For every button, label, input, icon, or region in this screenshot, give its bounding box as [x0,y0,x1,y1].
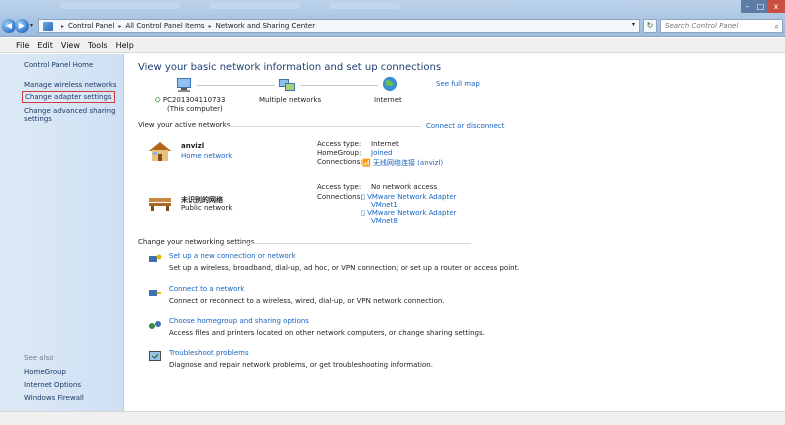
status-bar [0,411,785,425]
sidebar-change-adapter[interactable]: Change adapter settings [22,91,115,103]
this-computer-label: (This computer) [167,105,223,113]
troubleshoot-desc: Diagnose and repair network problems, or… [169,361,433,369]
breadcrumb-all-items[interactable]: All Control Panel Items [125,22,204,30]
computer-name: ⛭ PC201304110733 [155,96,225,105]
home-network-icon [149,142,171,161]
active-networks-heading: View your active networks [138,121,231,129]
multiple-networks-icon [279,79,295,91]
map-connector [300,85,378,86]
map-connector [197,85,275,86]
menu-file[interactable]: File [0,38,33,52]
title-bar: – □ x ◀ ▶ ▾ ▸ Control Panel ▸ All Contro… [0,0,785,37]
menu-edit[interactable]: Edit [33,38,57,52]
close-icon[interactable]: x [767,0,785,13]
computer-label[interactable]: PC201304110733 [163,96,226,104]
homegroup-sharing-link[interactable]: Choose homegroup and sharing options [169,317,309,325]
computer-icon [177,78,191,92]
see-full-map-link[interactable]: See full map [436,80,480,88]
window-controls: – □ x [741,0,785,14]
public-network-label[interactable]: Public network [181,204,232,212]
globe-icon [382,76,398,92]
connect-disconnect-link[interactable]: Connect or disconnect [426,122,505,130]
homegroup-joined-link[interactable]: Joined [371,149,392,157]
connect-network-desc: Connect or reconnect to a wireless, wire… [169,297,445,305]
title-blur [210,3,300,9]
menu-tools[interactable]: Tools [84,38,112,52]
setup-connection-desc: Set up a wireless, broadband, dial-up, a… [169,264,520,272]
menu-view[interactable]: View [57,38,84,52]
vmnet8-sub[interactable]: VMnet8 [371,217,398,225]
vmnet1-sub[interactable]: VMnet1 [371,201,398,209]
divider [243,243,471,244]
sidebar-control-panel-home[interactable]: Control Panel Home [24,61,93,69]
setup-connection-link[interactable]: Set up a new connection or network [169,252,296,260]
home-network-link[interactable]: Home network [181,152,232,160]
network-name: anvizl [181,142,205,150]
back-button[interactable]: ◀ [2,19,16,33]
wireless-connection-link[interactable]: 📶 无线网络连接 (anvizl) [362,158,443,168]
search-placeholder: Search Control Panel [665,22,739,30]
homegroup-sharing-desc: Access files and printers located on oth… [169,329,485,337]
vmnet1-connection-link[interactable]: ▯ VMware Network Adapter [361,193,456,201]
connections-label: Connections: [317,193,363,201]
page-title: View your basic network information and … [138,62,442,73]
access-type-value: No network access [371,183,437,191]
connections-label: Connections: [317,158,363,166]
minimize-icon[interactable]: – [741,0,754,13]
see-also-heading: See also [24,354,54,362]
vmnet1-label: VMware Network Adapter [367,193,457,201]
sidebar-manage-wireless[interactable]: Manage wireless networks [24,81,117,89]
connect-network-icon [149,290,161,296]
wifi-signal-icon: 📶 [362,159,371,167]
menu-bar: File Edit View Tools Help [0,38,785,53]
title-blur [60,3,180,9]
divider [226,126,421,127]
chevron-right-icon[interactable]: ▸ [118,23,121,30]
chevron-right-icon[interactable]: ▸ [61,23,64,30]
new-connection-icon [149,254,162,262]
breadcrumb-network-sharing[interactable]: Network and Sharing Center [216,22,316,30]
wireless-connection-label: 无线网络连接 (anvizl) [372,159,444,167]
chevron-right-icon[interactable]: ▸ [209,23,212,30]
homegroup-icon [149,321,161,329]
public-network-icon [149,198,171,211]
network-user-icon: ⛭ [155,96,161,104]
sidebar-homegroup[interactable]: HomeGroup [24,368,66,376]
breadcrumb-control-panel[interactable]: Control Panel [68,22,114,30]
menu-help[interactable]: Help [112,38,138,52]
access-type-value: Internet [371,140,399,148]
sidebar-windows-firewall[interactable]: Windows Firewall [24,394,84,402]
search-icon[interactable]: ⌕ [775,21,779,33]
vmnet8-connection-link[interactable]: ▯ VMware Network Adapter [361,209,456,217]
troubleshoot-icon [149,351,161,361]
refresh-button[interactable]: ↻ [643,19,657,33]
access-type-label: Access type: [317,183,362,191]
sidebar-advanced-sharing[interactable]: Change advanced sharing settings [24,107,116,123]
maximize-icon[interactable]: □ [754,0,767,13]
main-content: View your basic network information and … [125,54,785,411]
access-type-label: Access type: [317,140,362,148]
vmnet8-label: VMware Network Adapter [367,209,457,217]
forward-button[interactable]: ▶ [15,19,29,33]
title-blur [330,3,400,9]
multiple-networks-label[interactable]: Multiple networks [259,96,321,104]
adapter-icon: ▯ [361,209,365,217]
recent-pages-dropdown[interactable]: ▾ [30,22,33,29]
address-bar[interactable]: ▸ Control Panel ▸ All Control Panel Item… [38,19,640,33]
sidebar-internet-options[interactable]: Internet Options [24,381,81,389]
connect-network-link[interactable]: Connect to a network [169,285,244,293]
adapter-icon: ▯ [361,193,365,201]
sidebar: Control Panel Home Manage wireless netwo… [0,54,124,411]
troubleshoot-link[interactable]: Troubleshoot problems [169,349,249,357]
address-dropdown-icon[interactable]: ▾ [632,21,635,28]
homegroup-label: HomeGroup: [317,149,362,157]
control-panel-icon [43,21,53,31]
internet-label[interactable]: Internet [374,96,402,104]
change-settings-heading: Change your networking settings [138,238,255,246]
search-input[interactable]: Search Control Panel ⌕ [660,19,783,33]
